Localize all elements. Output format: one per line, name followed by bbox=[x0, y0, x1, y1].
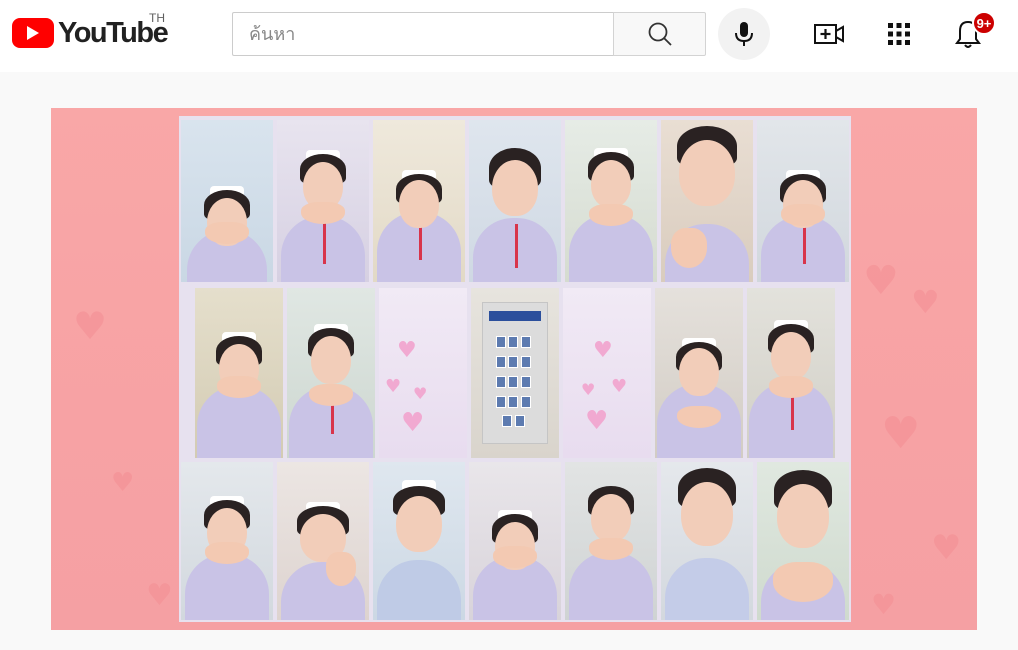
collage-tile bbox=[661, 120, 753, 282]
create-button[interactable] bbox=[809, 14, 849, 54]
heart-icon: ♥ bbox=[397, 338, 417, 363]
collage-tile: ♥ ♥ ♥ ♥ bbox=[379, 288, 467, 458]
background-heart-icon: ♥ bbox=[871, 588, 897, 621]
collage-row bbox=[179, 120, 851, 282]
video-thumbnail[interactable]: ♥ ♥ ♥ ♥ ♥ ♥ ♥ ♥ ♥ ♥ ♥ ♥ ♥ ♥ ♥ ♥ bbox=[51, 108, 977, 630]
collage-row bbox=[179, 462, 851, 620]
collage-tile bbox=[373, 120, 465, 282]
apps-grid-icon bbox=[888, 23, 910, 45]
background-heart-icon: ♥ bbox=[931, 528, 962, 568]
background-heart-icon: ♥ bbox=[863, 258, 899, 304]
video-collage: ♥ ♥ ♥ ♥ ♥ ♥ ♥ ♥ bbox=[179, 116, 851, 622]
microphone-icon bbox=[735, 22, 753, 46]
collage-tile bbox=[565, 462, 657, 620]
collage-tile bbox=[661, 462, 753, 620]
search-icon bbox=[648, 22, 672, 46]
create-video-icon bbox=[814, 24, 844, 44]
collage-tile: ♥ ♥ ♥ ♥ bbox=[563, 288, 651, 458]
masthead: YouTube TH ค้นหา 9+ bbox=[0, 0, 1018, 72]
collage-row: ♥ ♥ ♥ ♥ ♥ ♥ ♥ ♥ bbox=[179, 288, 851, 458]
heart-icon: ♥ bbox=[401, 408, 425, 438]
background-heart-icon: ♥ bbox=[111, 468, 135, 498]
youtube-logo[interactable]: YouTube bbox=[12, 15, 169, 51]
heart-icon: ♥ bbox=[585, 406, 609, 436]
notification-count-badge: 9+ bbox=[972, 11, 996, 35]
search-button[interactable] bbox=[613, 12, 706, 56]
collage-tile bbox=[469, 462, 561, 620]
collage-tile bbox=[655, 288, 743, 458]
collage-tile bbox=[181, 462, 273, 620]
heart-icon: ♥ bbox=[593, 338, 613, 363]
collage-tile bbox=[757, 462, 849, 620]
region-code: TH bbox=[149, 11, 165, 25]
collage-tile bbox=[287, 288, 375, 458]
heart-icon: ♥ bbox=[581, 380, 596, 399]
collage-tile bbox=[277, 462, 369, 620]
notifications-button[interactable]: 9+ bbox=[948, 11, 996, 54]
heart-icon: ♥ bbox=[385, 376, 402, 397]
collage-tile bbox=[277, 120, 369, 282]
youtube-play-icon bbox=[12, 18, 54, 48]
background-heart-icon: ♥ bbox=[881, 408, 921, 459]
voice-search-button[interactable] bbox=[718, 8, 770, 60]
background-heart-icon: ♥ bbox=[911, 283, 940, 321]
background-heart-icon: ♥ bbox=[73, 304, 108, 348]
collage-tile bbox=[195, 288, 283, 458]
background-heart-icon: ♥ bbox=[146, 578, 173, 613]
collage-tile bbox=[565, 120, 657, 282]
apps-button[interactable] bbox=[879, 14, 919, 54]
search-field[interactable] bbox=[232, 12, 614, 56]
collage-tile bbox=[757, 120, 849, 282]
collage-tile bbox=[469, 120, 561, 282]
heart-icon: ♥ bbox=[611, 376, 628, 397]
collage-tile bbox=[747, 288, 835, 458]
collage-tile bbox=[373, 462, 465, 620]
search-input[interactable] bbox=[233, 13, 614, 55]
heart-icon: ♥ bbox=[413, 384, 428, 403]
collage-tile bbox=[181, 120, 273, 282]
name-board bbox=[481, 301, 549, 445]
collage-tile bbox=[471, 288, 559, 458]
